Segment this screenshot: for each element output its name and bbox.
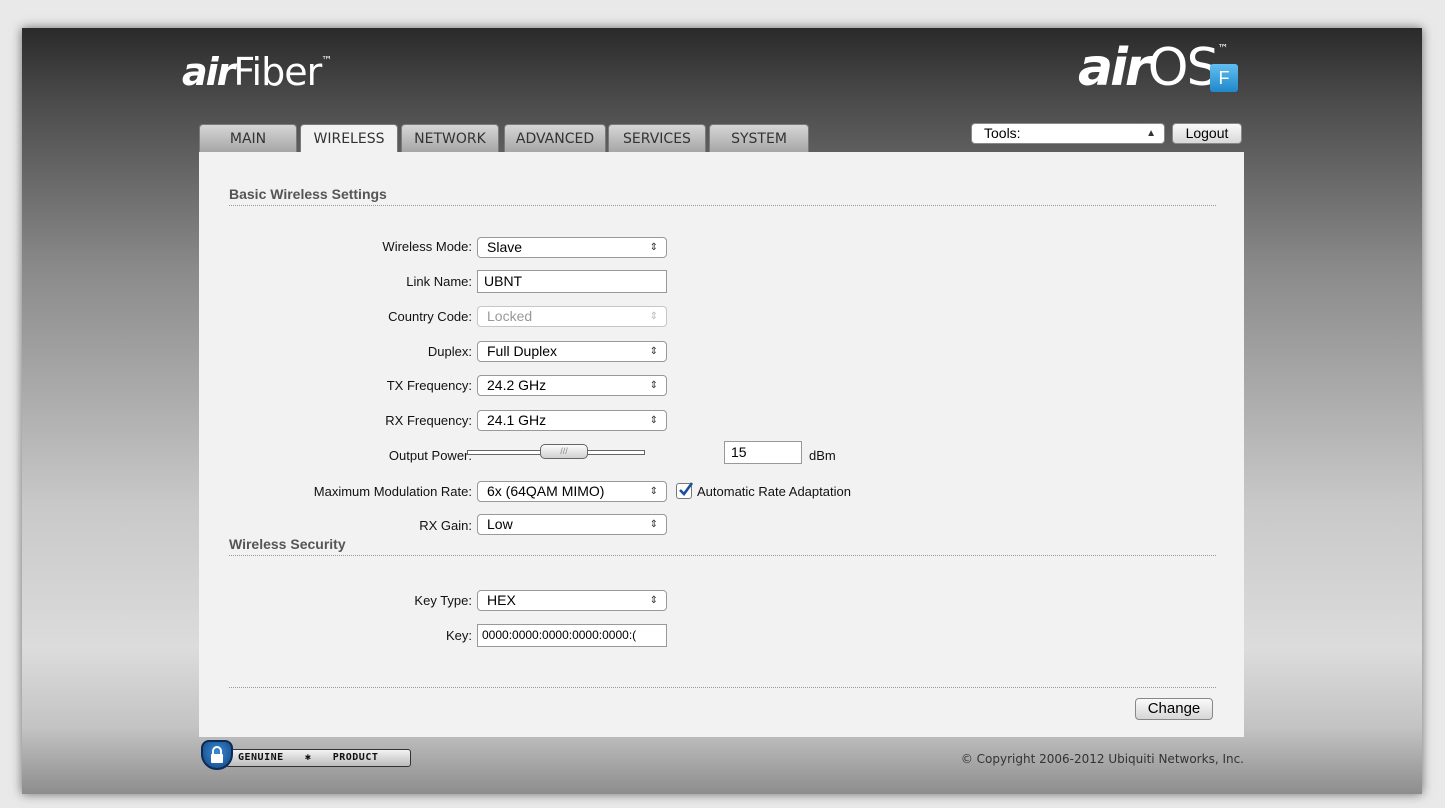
logo-name: Fiber xyxy=(233,50,322,94)
rx-gain-select[interactable]: Low ⇕ xyxy=(477,514,667,535)
lock-icon xyxy=(211,746,223,763)
checkmark-icon xyxy=(679,482,694,496)
logo-prefix: air xyxy=(1078,38,1151,98)
country-code-label: Country Code: xyxy=(388,309,472,324)
wireless-mode-value: Slave xyxy=(487,239,523,255)
tools-dropdown[interactable]: Tools: ▲ xyxy=(971,123,1165,144)
logo-prefix: air xyxy=(182,50,235,94)
auto-rate-label: Automatic Rate Adaptation xyxy=(697,484,851,499)
output-power-unit: dBm xyxy=(809,448,836,463)
tab-services[interactable]: SERVICES xyxy=(608,124,706,152)
tab-advanced[interactable]: ADVANCED xyxy=(504,124,606,152)
select-arrows-icon: ⇕ xyxy=(649,346,658,357)
link-name-label: Link Name: xyxy=(406,274,472,289)
output-power-label: Output Power: xyxy=(388,448,472,463)
select-arrows-icon: ⇕ xyxy=(649,415,658,426)
airos-f-badge: F xyxy=(1210,64,1238,92)
key-type-select[interactable]: HEX ⇕ xyxy=(477,590,667,611)
rx-frequency-select[interactable]: 24.1 GHz ⇕ xyxy=(477,410,667,431)
wireless-mode-select[interactable]: Slave ⇕ xyxy=(477,237,667,258)
settings-panel: Basic Wireless Settings Wireless Mode: S… xyxy=(199,152,1244,737)
divider xyxy=(229,687,1216,688)
key-type-value: HEX xyxy=(487,592,516,608)
basic-wireless-settings-heading: Basic Wireless Settings xyxy=(229,186,1216,206)
logo-name: OS xyxy=(1147,38,1220,98)
output-power-slider-handle[interactable]: /// xyxy=(540,444,588,459)
genuine-product-badge: GENUINE ✱ PRODUCT xyxy=(201,740,411,770)
duplex-label: Duplex: xyxy=(427,344,472,359)
logo-trademark: ™ xyxy=(321,54,332,67)
tab-system[interactable]: SYSTEM xyxy=(709,124,809,152)
logo-trademark: ™ xyxy=(1217,42,1229,55)
select-arrows-icon: ⇕ xyxy=(649,519,658,530)
key-label: Key: xyxy=(445,628,472,643)
change-button[interactable]: Change xyxy=(1135,698,1213,720)
wireless-security-heading: Wireless Security xyxy=(229,536,1216,556)
tab-main[interactable]: MAIN xyxy=(199,124,297,152)
tab-wireless[interactable]: WIRELESS xyxy=(300,124,398,153)
copyright-text: © Copyright 2006-2012 Ubiquiti Networks,… xyxy=(960,752,1244,766)
tx-frequency-select[interactable]: 24.2 GHz ⇕ xyxy=(477,375,667,396)
rx-gain-label: RX Gain: xyxy=(419,518,472,533)
rx-frequency-value: 24.1 GHz xyxy=(487,412,547,428)
genuine-product-band: GENUINE ✱ PRODUCT xyxy=(225,749,411,767)
key-type-label: Key Type: xyxy=(414,593,472,608)
country-code-value: Locked xyxy=(487,308,533,324)
tab-network[interactable]: NETWORK xyxy=(401,124,499,152)
select-arrows-icon: ⇕ xyxy=(649,380,658,391)
auto-rate-checkbox[interactable] xyxy=(676,482,694,499)
select-arrows-icon: ▲ xyxy=(1146,128,1156,139)
select-arrows-icon: ⇕ xyxy=(649,242,658,253)
tx-frequency-label: TX Frequency: xyxy=(386,378,472,393)
tools-dropdown-value: Tools: xyxy=(984,125,1021,141)
max-modulation-value: 6x (64QAM MIMO) xyxy=(487,483,605,499)
genuine-left-text: GENUINE xyxy=(238,752,284,763)
select-arrows-icon: ⇕ xyxy=(649,595,658,606)
rx-gain-value: Low xyxy=(487,516,513,532)
genuine-right-text: PRODUCT xyxy=(332,752,379,763)
duplex-value: Full Duplex xyxy=(487,343,558,359)
tx-frequency-value: 24.2 GHz xyxy=(487,377,547,393)
select-arrows-icon: ⇕ xyxy=(649,486,658,497)
airos-logo: airOS™ xyxy=(1078,38,1229,98)
max-modulation-label: Maximum Modulation Rate: xyxy=(313,484,472,499)
max-modulation-select[interactable]: 6x (64QAM MIMO) ⇕ xyxy=(477,481,667,502)
select-arrows-icon: ⇕ xyxy=(649,311,658,322)
link-name-input[interactable]: UBNT xyxy=(477,270,667,293)
country-code-select: Locked ⇕ xyxy=(477,306,667,327)
duplex-select[interactable]: Full Duplex ⇕ xyxy=(477,341,667,362)
output-power-input[interactable]: 15 xyxy=(724,441,802,464)
lock-shield-icon xyxy=(201,740,233,770)
ubiquiti-logo-icon: ✱ xyxy=(304,752,312,763)
airfiber-logo: airFiber™ xyxy=(182,50,332,94)
logout-button[interactable]: Logout xyxy=(1172,123,1242,144)
wireless-mode-label: Wireless Mode: xyxy=(382,239,472,254)
key-input[interactable]: 0000:0000:0000:0000:0000:( xyxy=(477,624,667,647)
rx-frequency-label: RX Frequency: xyxy=(385,413,472,428)
